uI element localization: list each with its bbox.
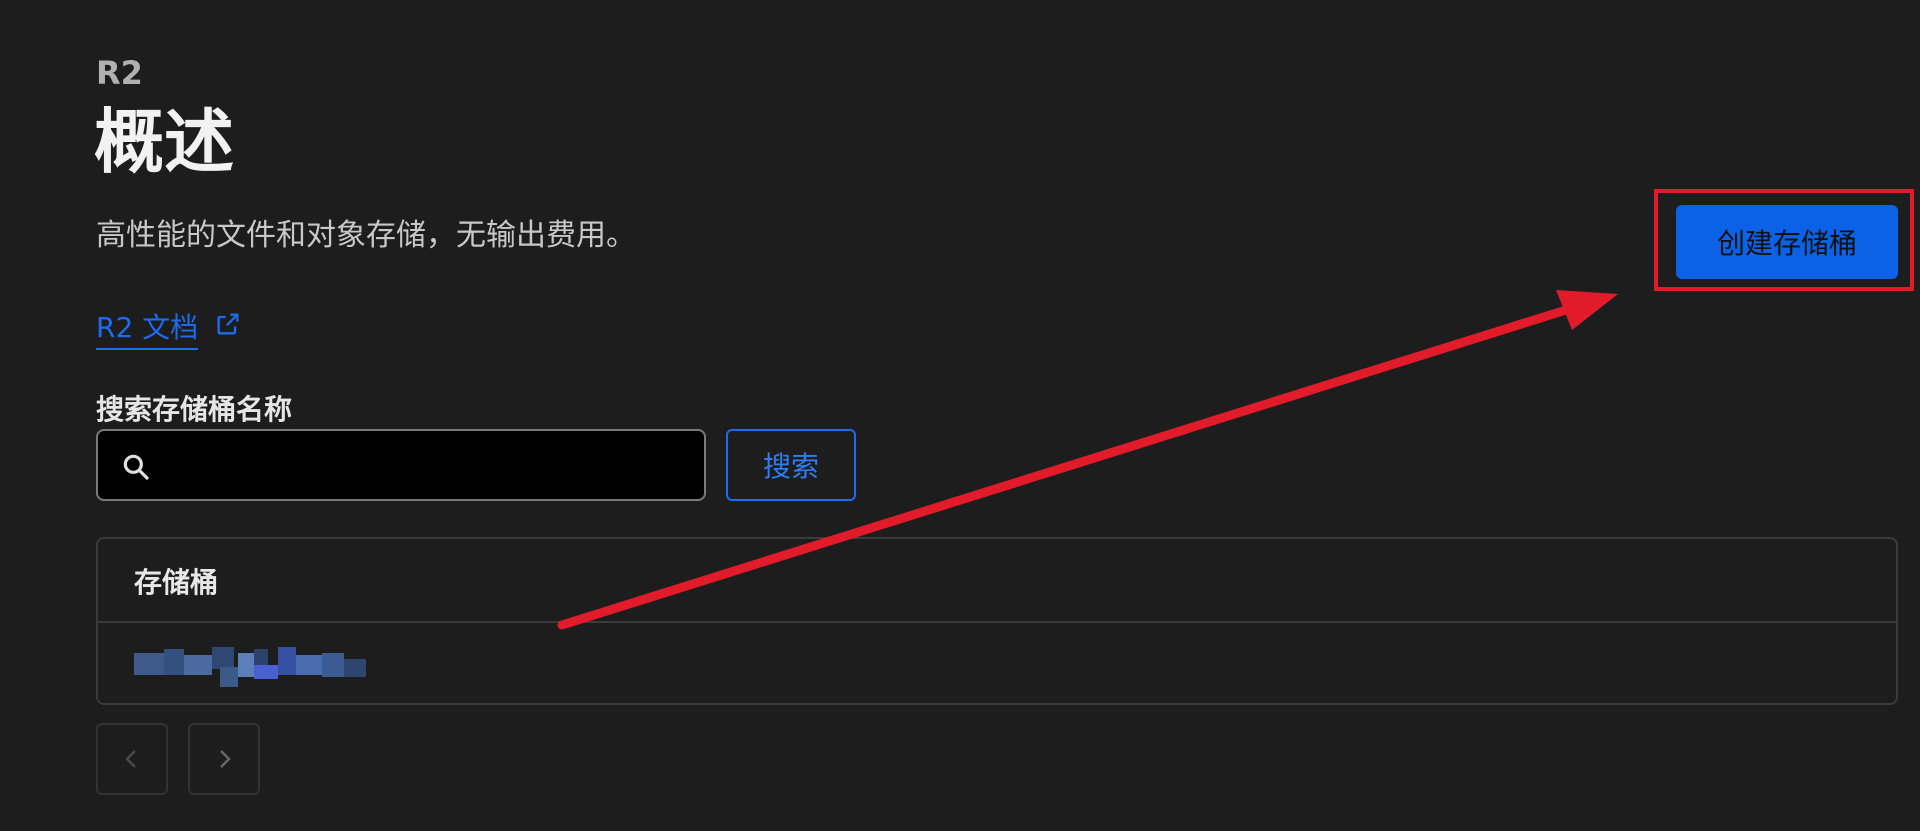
- page-title: 概述: [94, 101, 234, 183]
- chevron-left-icon: [125, 750, 136, 768]
- chevron-right-icon: [220, 750, 231, 768]
- buckets-table: 存储桶: [96, 537, 1898, 705]
- search-label: 搜索存储桶名称: [96, 393, 293, 426]
- pagination-next-button[interactable]: [188, 723, 260, 795]
- external-link-icon[interactable]: [214, 310, 242, 338]
- breadcrumb-product: R2: [96, 54, 143, 92]
- r2-overview-page: R2 概述 高性能的文件和对象存储，无输出费用。 R2 文档 搜索存储桶名称 搜…: [0, 0, 1920, 831]
- table-row[interactable]: [98, 623, 1896, 703]
- search-icon: [123, 454, 150, 481]
- bucket-name-redacted[interactable]: [134, 645, 370, 687]
- pagination-prev-button[interactable]: [96, 723, 168, 795]
- create-bucket-button[interactable]: 创建存储桶: [1676, 205, 1898, 279]
- r2-docs-link[interactable]: R2 文档: [96, 306, 199, 350]
- search-box[interactable]: [96, 429, 706, 501]
- page-subtitle: 高性能的文件和对象存储，无输出费用。: [96, 218, 636, 253]
- search-button[interactable]: 搜索: [726, 429, 856, 501]
- table-header-buckets: 存储桶: [134, 566, 219, 599]
- table-header: 存储桶: [98, 539, 1896, 623]
- search-input[interactable]: [168, 441, 692, 491]
